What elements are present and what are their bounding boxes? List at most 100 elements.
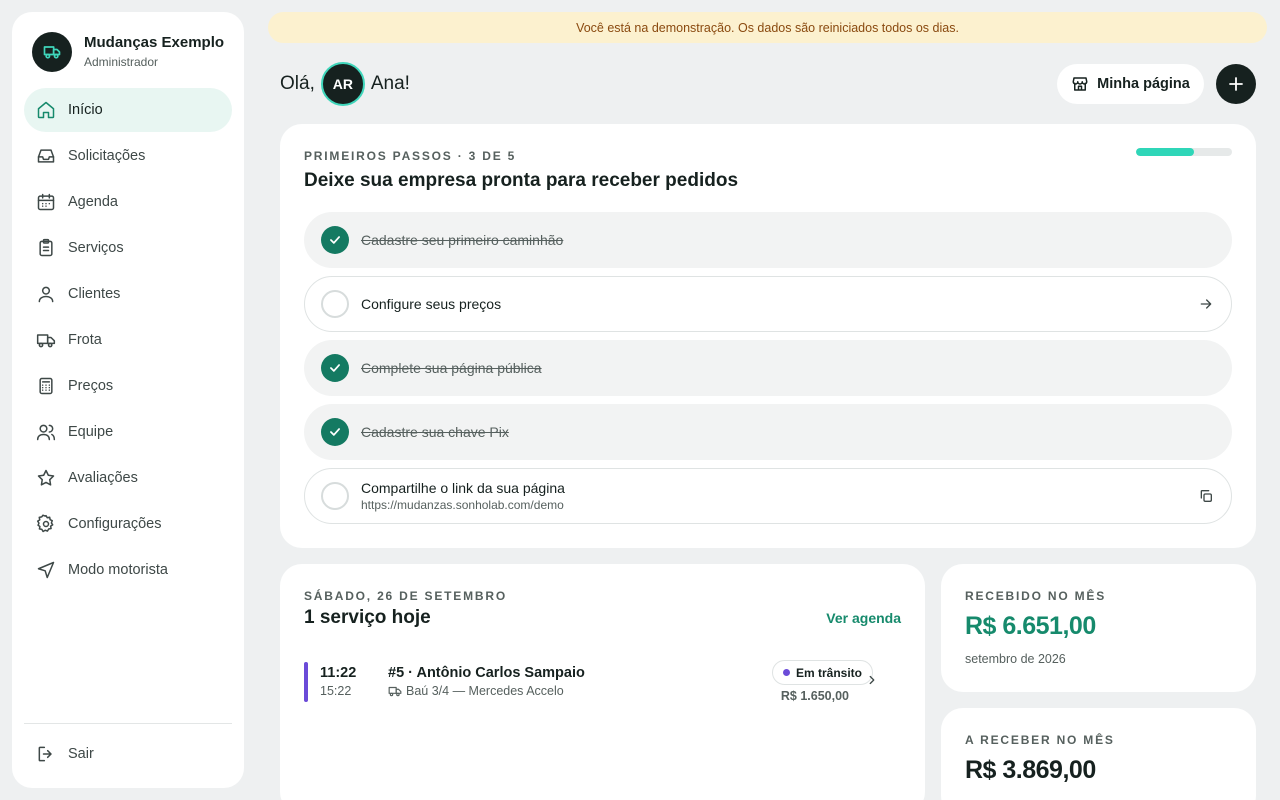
sidebar-item-label: Avaliações (68, 470, 138, 486)
step-label: Compartilhe o link da sua página (361, 480, 565, 496)
sidebar-item-solicitacoes[interactable]: Solicitações (24, 134, 232, 178)
received-stat-card: RECEBIDO NO MÊS R$ 6.651,00 setembro de … (941, 564, 1256, 692)
sidebar-item-precos[interactable]: Preços (24, 364, 232, 408)
greeting: Olá, AR Ana! (280, 62, 410, 106)
sidebar-item-configuracoes[interactable]: Configurações (24, 502, 232, 546)
sidebar-item-servicos[interactable]: Serviços (24, 226, 232, 270)
my-page-label: Minha página (1097, 76, 1190, 92)
onboarding-card: PRIMEIROS PASSOS · 3 DE 5 Deixe sua empr… (280, 124, 1256, 548)
job-end-time: 15:22 (320, 684, 352, 698)
user-icon (36, 284, 56, 304)
stat-label: RECEBIDO NO MÊS (965, 589, 1107, 603)
sidebar-divider (24, 723, 232, 724)
stat-label: A RECEBER NO MÊS (965, 733, 1115, 747)
sidebar-item-label: Serviços (68, 240, 124, 256)
receivable-stat-card: A RECEBER NO MÊS R$ 3.869,00 (941, 708, 1256, 800)
status-dot (783, 669, 790, 676)
step-label: Configure seus preços (361, 296, 502, 312)
stat-period: setembro de 2026 (965, 652, 1066, 666)
sidebar-item-label: Agenda (68, 194, 118, 210)
stat-value: R$ 6.651,00 (965, 612, 1096, 640)
onboarding-title: Deixe sua empresa pronta para receber pe… (304, 170, 739, 191)
check-icon (321, 354, 349, 382)
sidebar-item-label: Frota (68, 332, 102, 348)
empty-circle-icon (321, 482, 349, 510)
demo-banner: Você está na demonstração. Os dados são … (268, 12, 1267, 43)
step-truck[interactable]: Cadastre seu primeiro caminhão (304, 212, 1232, 268)
job-title: #5 · Antônio Carlos Sampaio (388, 665, 585, 681)
logout-button[interactable]: Sair (24, 732, 232, 776)
sidebar-item-label: Início (68, 102, 103, 118)
navigation-icon (36, 560, 56, 580)
calendar-icon (36, 192, 56, 212)
chevron-right-icon (869, 675, 875, 685)
storefront-icon (1072, 77, 1088, 91)
sidebar-item-label: Preços (68, 378, 114, 394)
sidebar-nav: Início Solicitações Agenda Serviços Clie… (24, 88, 232, 594)
arrow-right-icon (1197, 295, 1215, 313)
check-icon (321, 226, 349, 254)
inbox-icon (36, 146, 56, 166)
users-icon (36, 422, 56, 442)
view-agenda-link[interactable]: Ver agenda (826, 610, 901, 626)
job-price: R$ 1.650,00 (780, 689, 849, 703)
check-icon (321, 418, 349, 446)
add-button[interactable] (1216, 64, 1256, 104)
clipboard-icon (36, 238, 56, 258)
stat-value: R$ 3.869,00 (965, 756, 1096, 784)
gear-icon (36, 514, 56, 534)
calculator-icon (36, 376, 56, 396)
onboarding-progress-fill (1136, 148, 1194, 156)
logout-icon (36, 744, 56, 764)
sidebar: Mudanças Exemplo Administrador Início So… (12, 12, 244, 788)
copy-icon[interactable] (1197, 487, 1215, 505)
my-page-button[interactable]: Minha página (1057, 64, 1204, 104)
onboarding-eyebrow: PRIMEIROS PASSOS · 3 DE 5 (304, 149, 517, 163)
sidebar-item-avaliacoes[interactable]: Avaliações (24, 456, 232, 500)
sidebar-item-equipe[interactable]: Equipe (24, 410, 232, 454)
onboarding-progress (1136, 148, 1232, 156)
step-share-link[interactable]: Compartilhe o link da sua página https:/… (304, 468, 1232, 524)
avatar[interactable]: AR (320, 62, 365, 106)
today-card: SÁBADO, 26 DE SETEMBRO 1 serviço hoje Ve… (280, 564, 925, 800)
greeting-prefix: Olá, (280, 73, 315, 94)
share-url: https://mudanzas.sonholab.com/demo (361, 498, 564, 512)
sidebar-item-clientes[interactable]: Clientes (24, 272, 232, 316)
sidebar-item-label: Equipe (68, 424, 114, 440)
job-row[interactable]: 11:22 15:22 #5 · Antônio Carlos Sampaio … (304, 660, 901, 704)
step-label: Cadastre seu primeiro caminhão (361, 232, 564, 248)
truck-icon (36, 330, 56, 350)
empty-circle-icon (321, 290, 349, 318)
step-label: Complete sua página pública (361, 360, 542, 376)
status-label: Em trânsito (796, 665, 863, 680)
company-name: Mudanças Exemplo (84, 34, 225, 51)
truck-logo-icon (32, 32, 72, 72)
step-public-page[interactable]: Complete sua página pública (304, 340, 1232, 396)
today-date: SÁBADO, 26 DE SETEMBRO (304, 589, 507, 603)
user-name: Ana! (370, 73, 410, 94)
star-icon (36, 468, 56, 488)
sidebar-item-agenda[interactable]: Agenda (24, 180, 232, 224)
sidebar-item-label: Configurações (68, 516, 162, 532)
onboarding-steps: Cadastre seu primeiro caminhão Configure… (304, 212, 1232, 532)
sidebar-item-label: Modo motorista (68, 562, 168, 578)
sidebar-item-inicio[interactable]: Início (24, 88, 232, 132)
plus-icon (1229, 77, 1243, 91)
sidebar-item-modo-motorista[interactable]: Modo motorista (24, 548, 232, 592)
truck-icon (388, 686, 402, 697)
job-start-time: 11:22 (320, 665, 357, 681)
user-role: Administrador (84, 55, 159, 69)
logout-label: Sair (68, 746, 94, 762)
sidebar-item-label: Clientes (68, 286, 121, 302)
job-status-bar (304, 662, 308, 702)
step-pix[interactable]: Cadastre sua chave Pix (304, 404, 1232, 460)
step-label: Cadastre sua chave Pix (361, 424, 509, 440)
step-prices[interactable]: Configure seus preços (304, 276, 1232, 332)
brand: Mudanças Exemplo Administrador (32, 32, 224, 72)
job-vehicle-label: Baú 3/4 — Mercedes Accelo (406, 684, 564, 698)
sidebar-item-label: Solicitações (68, 148, 146, 164)
home-icon (36, 100, 56, 120)
today-title: 1 serviço hoje (304, 607, 431, 628)
sidebar-item-frota[interactable]: Frota (24, 318, 232, 362)
job-vehicle: Baú 3/4 — Mercedes Accelo (388, 684, 564, 698)
